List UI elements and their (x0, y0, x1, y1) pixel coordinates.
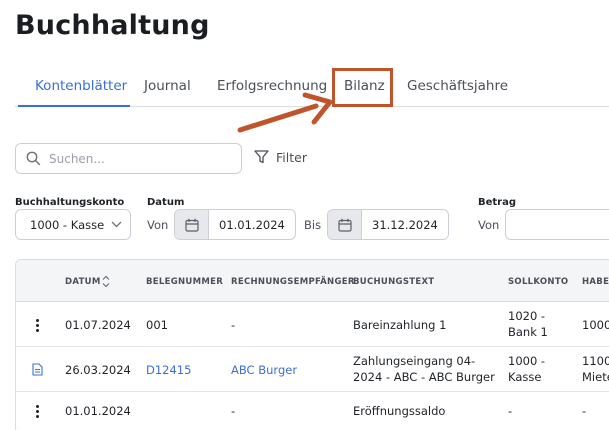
account-select-value: 1000 - Kasse (30, 218, 105, 232)
table-row[interactable]: 26.03.2024 D12415 ABC Burger Zahlungsein… (16, 347, 609, 392)
row-credit: - (582, 404, 587, 418)
amount-from-input[interactable] (505, 209, 609, 240)
amount-filter-label: Betrag (478, 197, 517, 208)
row-debit: 1000 - Kasse (508, 354, 546, 384)
column-header-debit: SOLLKONTO (508, 277, 569, 287)
row-date: 01.01.2024 (65, 404, 131, 418)
search-box (15, 143, 242, 174)
table-row[interactable]: 01.07.2024 001 - Bareinzahlung 1 1020 - … (16, 302, 609, 347)
date-to-calendar-button[interactable] (328, 210, 362, 239)
date-from-input[interactable]: 01.01.2024 (174, 209, 296, 240)
date-from-label: Von (147, 218, 169, 232)
row-debit: 1020 - Bank 1 (508, 309, 548, 339)
date-from-calendar-button[interactable] (175, 210, 209, 239)
row-text: Bareinzahlung 1 (353, 318, 447, 332)
row-actions-button[interactable] (36, 405, 40, 420)
row-text: Eröffnungssaldo (353, 404, 446, 418)
date-filter-label: Datum (147, 197, 185, 208)
column-header-date[interactable]: DATUM (65, 277, 101, 287)
filter-label: Filter (276, 150, 307, 165)
account-filter-label: Buchhaltungskonto (15, 197, 125, 208)
row-recipient-link[interactable]: ABC Burger (231, 362, 297, 378)
row-text: Zahlungseingang 04- 2024 - ABC - ABC Bur… (353, 354, 495, 384)
table-row[interactable]: 01.01.2024 - Eröffnungssaldo - - (16, 392, 609, 430)
row-date: 26.03.2024 (65, 363, 131, 377)
search-input[interactable] (49, 149, 234, 169)
column-header-text: BUCHUNGSTEXT (353, 277, 435, 287)
search-icon (26, 151, 41, 166)
date-to-input[interactable]: 31.12.2024 (327, 209, 449, 240)
row-actions-button[interactable] (36, 319, 40, 334)
calendar-icon (338, 218, 352, 232)
calendar-icon (185, 218, 199, 232)
row-date: 01.07.2024 (65, 318, 131, 332)
sort-icon[interactable] (101, 275, 111, 288)
amount-from-label: Von (478, 218, 500, 232)
column-header-recipient: RECHNUNGSEMPFÄNGER (231, 277, 355, 287)
row-debit: - (508, 404, 513, 418)
chevron-down-icon (111, 221, 122, 228)
row-recipient: - (231, 404, 236, 418)
row-recipient: - (231, 318, 236, 332)
date-to-label: Bis (304, 218, 322, 232)
row-credit: 1100 - Miete (582, 354, 609, 384)
account-select[interactable]: 1000 - Kasse (15, 209, 131, 240)
date-to-value: 31.12.2024 (372, 218, 438, 232)
row-voucher: 001 (146, 318, 168, 332)
document-icon[interactable] (32, 363, 43, 376)
ledger-table: DATUM BELEGNUMMER RECHNUNGSEMPFÄNGER BUC… (15, 259, 609, 430)
row-credit: 1000 (582, 318, 609, 332)
column-header-voucher: BELEGNUMMER (146, 277, 224, 287)
date-from-value: 01.01.2024 (219, 218, 285, 232)
row-voucher-link[interactable]: D12415 (146, 362, 191, 378)
table-header: DATUM BELEGNUMMER RECHNUNGSEMPFÄNGER BUC… (16, 260, 609, 302)
column-header-credit: HABEN (582, 277, 609, 287)
filter-icon (254, 150, 269, 164)
